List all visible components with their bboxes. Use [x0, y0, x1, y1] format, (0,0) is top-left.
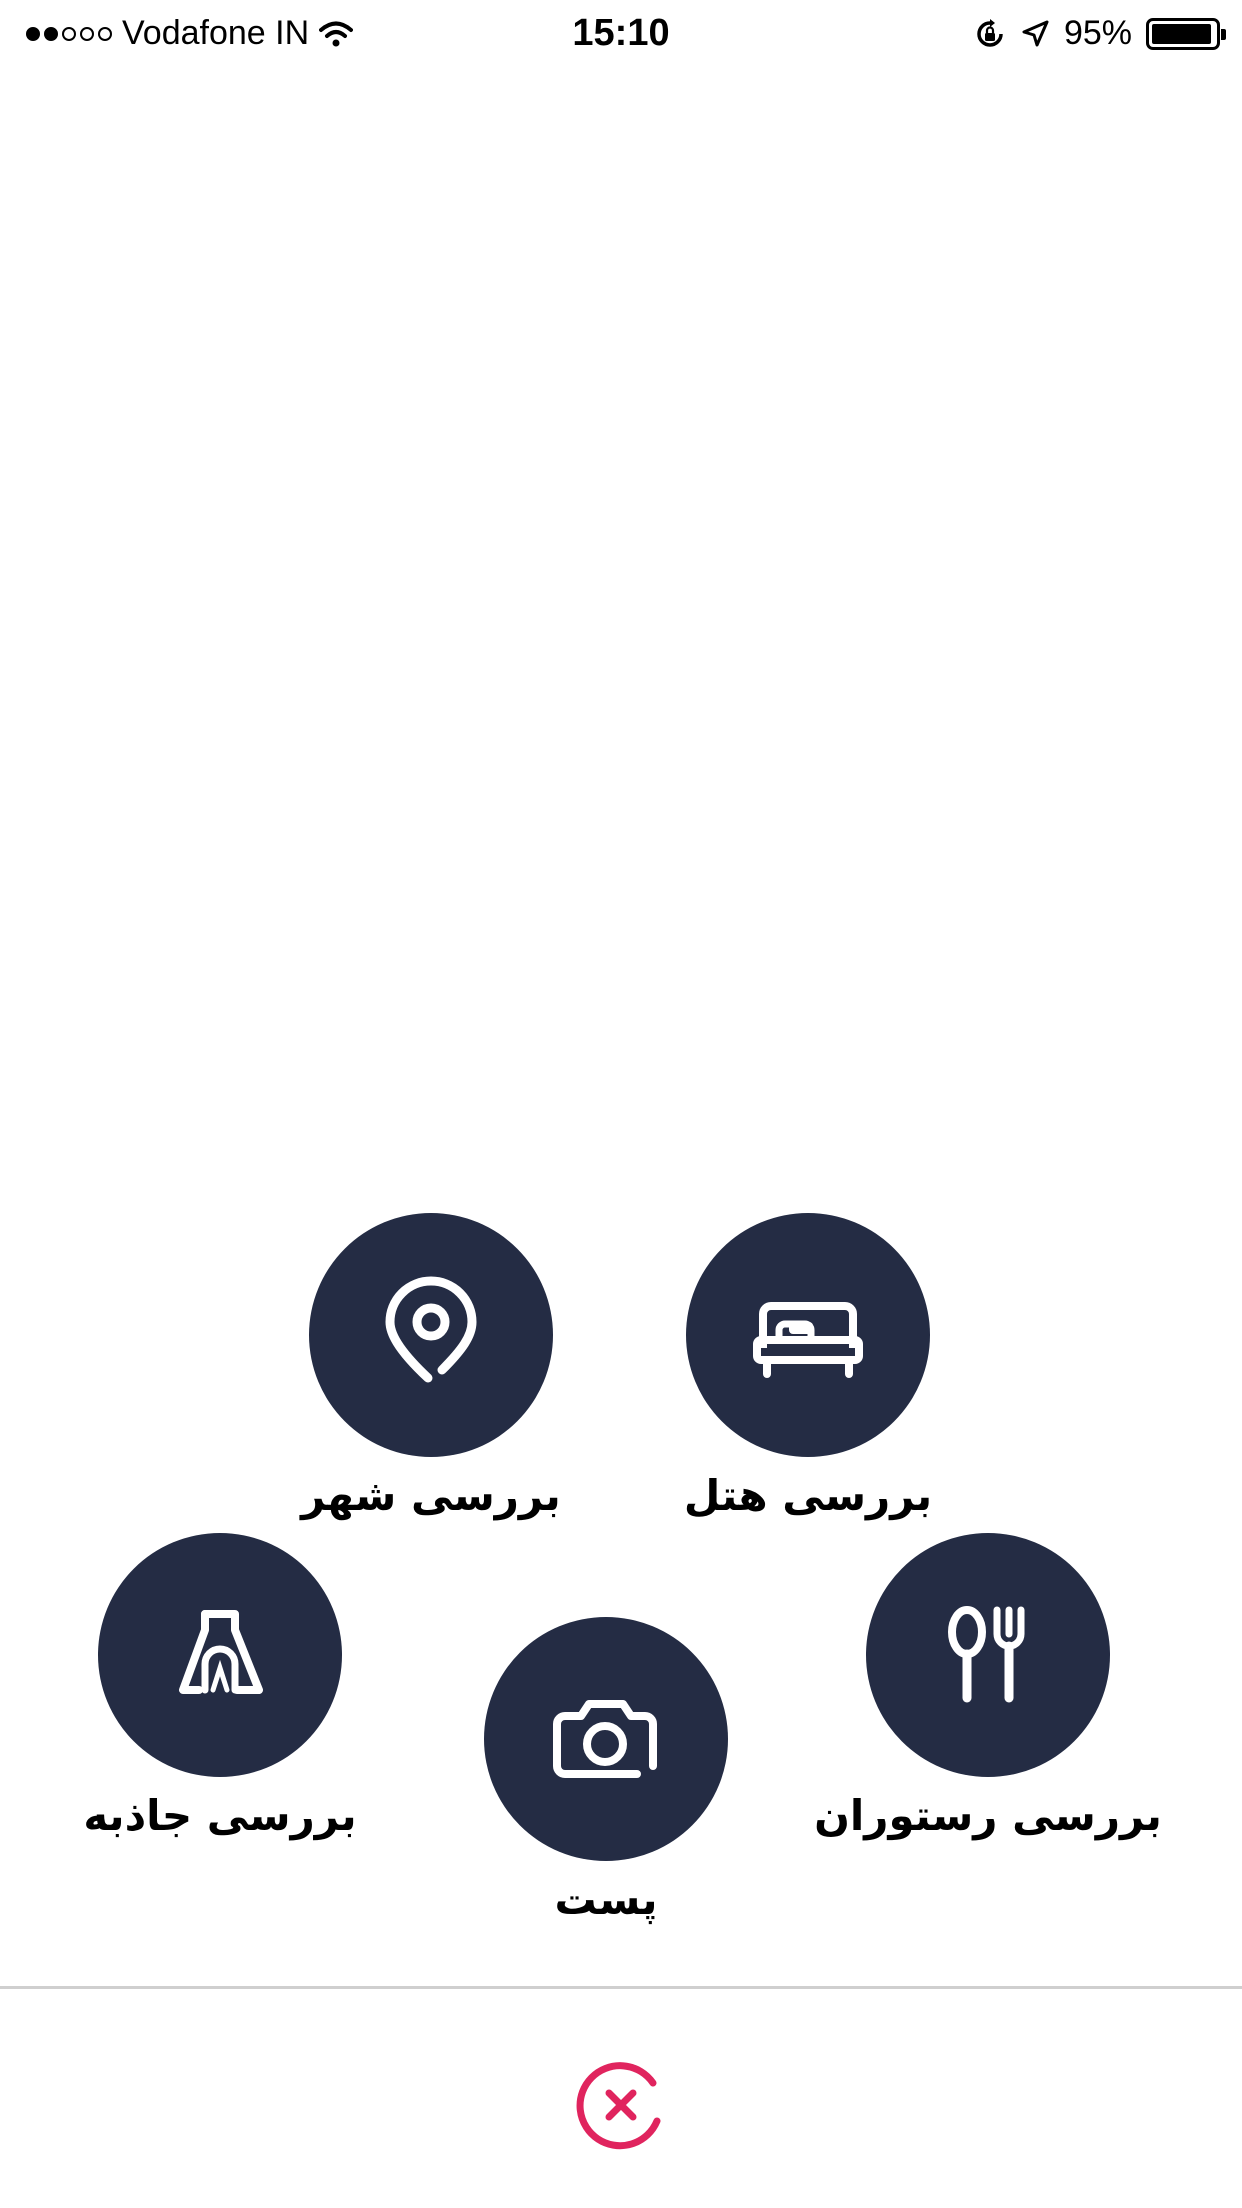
rotation-lock-icon: [977, 18, 1003, 47]
battery-percent: 95%: [1063, 14, 1132, 52]
hotel-review-item[interactable]: بررسی هتل: [684, 1213, 932, 1520]
post-button[interactable]: [484, 1617, 728, 1861]
camera-icon: [553, 1700, 657, 1778]
restaurant-review-item[interactable]: بررسی رستوران: [814, 1533, 1162, 1840]
battery-fill: [1152, 23, 1211, 44]
attraction-review-item[interactable]: بررسی جاذبه: [83, 1533, 357, 1840]
fork-spoon-icon: [948, 1606, 1025, 1703]
monument-icon: [179, 1610, 263, 1694]
screen: Vodafone IN 15:10 95% بررسی شهر بررسی هت…: [0, 0, 1242, 2208]
close-button[interactable]: [571, 2055, 671, 2155]
post-label: پست: [554, 1875, 658, 1924]
battery-icon: [1146, 17, 1226, 50]
status-right: 95%: [974, 14, 1226, 53]
hotel-review-label: بررسی هتل: [683, 1471, 933, 1520]
city-review-label: بررسی شهر: [301, 1471, 561, 1520]
post-item[interactable]: پست: [484, 1617, 728, 1924]
hotel-review-button[interactable]: [686, 1213, 930, 1457]
attraction-review-label: بررسی جاذبه: [83, 1791, 357, 1840]
close-icon[interactable]: [571, 2055, 671, 2155]
city-review-item[interactable]: بررسی شهر: [301, 1213, 561, 1520]
restaurant-review-button[interactable]: [866, 1533, 1110, 1777]
bottom-divider: [0, 1986, 1242, 1989]
status-bar: Vodafone IN 15:10 95%: [0, 0, 1242, 70]
city-review-button[interactable]: [309, 1213, 553, 1457]
restaurant-review-label: بررسی رستوران: [814, 1791, 1162, 1840]
map-pin-icon: [385, 1276, 477, 1383]
location-arrow-icon: [1022, 20, 1049, 46]
attraction-review-button[interactable]: [98, 1533, 342, 1777]
bed-icon: [753, 1302, 863, 1378]
